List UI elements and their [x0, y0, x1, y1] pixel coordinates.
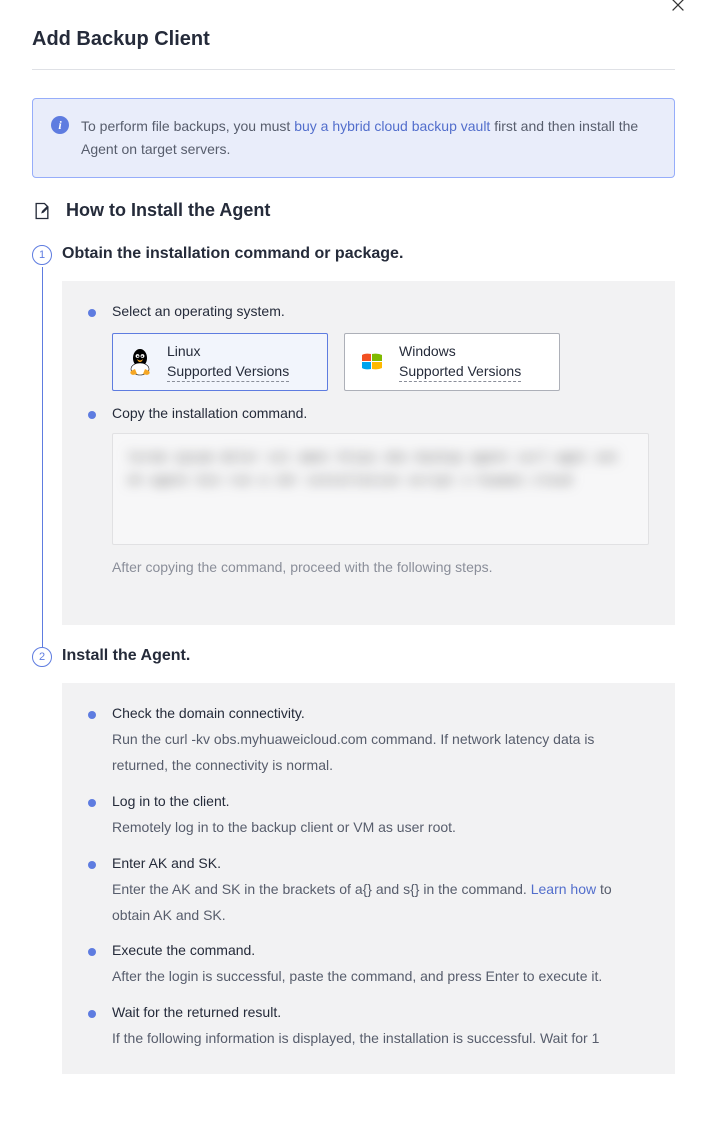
os-option-windows[interactable]: Windows Supported Versions: [344, 333, 560, 391]
copy-command-hint: After copying the command, proceed with …: [112, 559, 649, 575]
section-heading: How to Install the Agent: [32, 200, 675, 221]
bullet-dot-icon: [88, 411, 96, 419]
select-os-label: Select an operating system.: [112, 303, 649, 319]
list-item: Execute the command. After the login is …: [88, 942, 649, 990]
list-item: Enter AK and SK. Enter the AK and SK in …: [88, 855, 649, 929]
list-item: Select an operating system.: [88, 303, 649, 391]
windows-supported-versions[interactable]: Supported Versions: [399, 362, 521, 382]
bullet-dot-icon: [88, 861, 96, 869]
install-steps-timeline: 1 Obtain the installation command or pac…: [32, 245, 675, 1074]
list-item: Check the domain connectivity. Run the c…: [88, 705, 649, 779]
linux-icon: [127, 347, 153, 377]
info-icon: i: [51, 116, 69, 134]
os-option-linux[interactable]: Linux Supported Versions: [112, 333, 328, 391]
windows-icon: [359, 349, 385, 375]
info-alert: i To perform file backups, you must buy …: [32, 98, 675, 178]
learn-how-link[interactable]: Learn how: [531, 881, 596, 897]
document-edit-icon: [32, 201, 52, 221]
dialog-title: Add Backup Client: [32, 28, 675, 51]
step-badge: 2: [32, 647, 52, 667]
step-badge: 1: [32, 245, 52, 265]
step-1-panel: Select an operating system.: [62, 281, 675, 625]
linux-supported-versions[interactable]: Supported Versions: [167, 362, 289, 382]
timeline-step-2: 2 Install the Agent. Check the domain co…: [32, 647, 675, 1074]
bullet-dot-icon: [88, 711, 96, 719]
bullet-dot-icon: [88, 1010, 96, 1018]
bullet-dot-icon: [88, 948, 96, 956]
divider: [32, 69, 675, 70]
close-icon[interactable]: [669, 0, 687, 14]
install-command-box[interactable]: lorem ipsum dolor sit amet https obs bac…: [112, 433, 649, 545]
copy-command-label: Copy the installation command.: [112, 405, 649, 421]
list-item: Copy the installation command. lorem ips…: [88, 405, 649, 589]
info-text: To perform file backups, you must buy a …: [81, 115, 656, 161]
step-title: Install the Agent.: [62, 647, 675, 665]
bullet-dot-icon: [88, 799, 96, 807]
buy-vault-link[interactable]: buy a hybrid cloud backup vault: [294, 118, 490, 134]
list-item: Wait for the returned result. If the fol…: [88, 1004, 649, 1052]
timeline-step-1: 1 Obtain the installation command or pac…: [32, 245, 675, 625]
step-title: Obtain the installation command or packa…: [62, 245, 675, 263]
step-2-panel: Check the domain connectivity. Run the c…: [62, 683, 675, 1074]
add-backup-client-dialog: Add Backup Client i To perform file back…: [0, 0, 707, 1136]
bullet-dot-icon: [88, 309, 96, 317]
list-item: Log in to the client. Remotely log in to…: [88, 793, 649, 841]
